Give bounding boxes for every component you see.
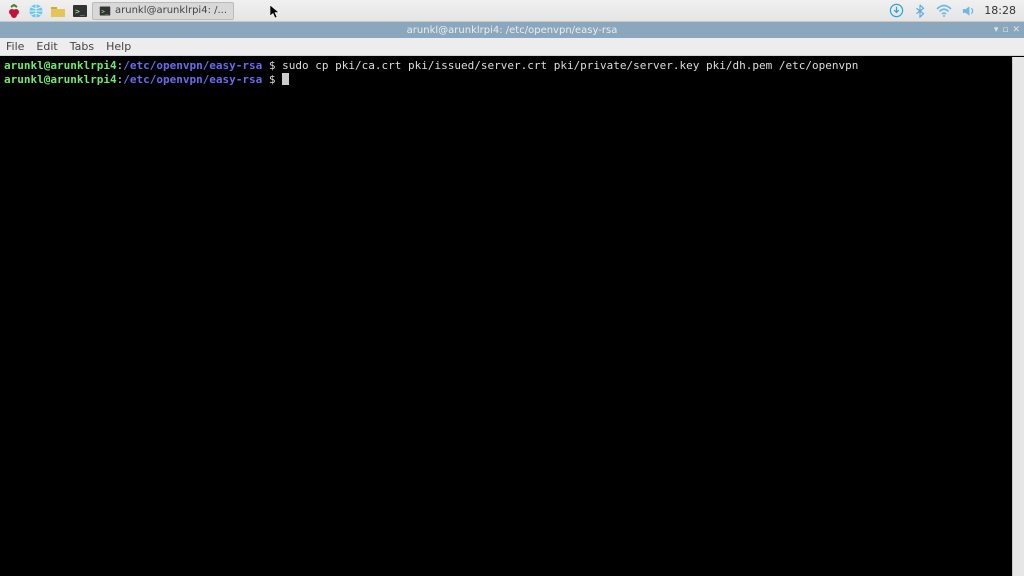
prompt-path: /etc/openvpn/easy-rsa <box>123 73 262 86</box>
terminal-window: arunkl@arunklrpi4:/etc/openvpn/easy-rsa … <box>0 56 1024 576</box>
prompt-dollar: $ <box>262 59 282 72</box>
terminal-launcher-icon[interactable]: >_ <box>70 1 90 21</box>
web-browser-icon[interactable] <box>26 1 46 21</box>
taskbar-left: >_ >_ arunkl@arunklrpi4: /... <box>4 1 234 21</box>
volume-icon[interactable] <box>960 3 976 19</box>
prompt-userhost: arunkl@arunklrpi4 <box>4 73 117 86</box>
download-icon[interactable] <box>888 3 904 19</box>
bluetooth-icon[interactable] <box>912 3 928 19</box>
window-controls: ▾ ▫ ✕ <box>994 22 1020 38</box>
terminal-scrollbar[interactable] <box>1012 57 1024 576</box>
window-title: arunkl@arunklrpi4: /etc/openvpn/easy-rsa <box>407 25 618 36</box>
window-titlebar[interactable]: arunkl@arunklrpi4: /etc/openvpn/easy-rsa… <box>0 22 1024 38</box>
svg-text:>_: >_ <box>101 8 109 15</box>
menu-file[interactable]: File <box>6 40 24 53</box>
menu-help[interactable]: Help <box>106 40 131 53</box>
prompt-path: /etc/openvpn/easy-rsa <box>123 59 262 72</box>
prompt-userhost: arunkl@arunklrpi4 <box>4 59 117 72</box>
terminal-cursor <box>282 73 289 85</box>
terminal-menubar: File Edit Tabs Help <box>0 38 1024 56</box>
taskbar-app-label: arunkl@arunklrpi4: /... <box>115 5 227 16</box>
terminal-output[interactable]: arunkl@arunklrpi4:/etc/openvpn/easy-rsa … <box>0 57 1012 576</box>
raspberry-menu-icon[interactable] <box>4 1 24 21</box>
close-button[interactable]: ✕ <box>1012 25 1020 35</box>
file-manager-icon[interactable] <box>48 1 68 21</box>
menu-tabs[interactable]: Tabs <box>70 40 94 53</box>
prompt-dollar: $ <box>262 73 282 86</box>
menu-edit[interactable]: Edit <box>36 40 57 53</box>
wifi-icon[interactable] <box>936 3 952 19</box>
minimize-button[interactable]: ▾ <box>994 25 999 35</box>
desktop-taskbar: >_ >_ arunkl@arunklrpi4: /... 18:28 <box>0 0 1024 22</box>
taskbar-app-terminal[interactable]: >_ arunkl@arunklrpi4: /... <box>92 2 234 20</box>
taskbar-right: 18:28 <box>888 3 1020 19</box>
svg-text:>_: >_ <box>75 7 85 16</box>
maximize-button[interactable]: ▫ <box>1002 25 1008 35</box>
command-text: sudo cp pki/ca.crt pki/issued/server.crt… <box>282 59 858 72</box>
clock[interactable]: 18:28 <box>984 4 1020 17</box>
